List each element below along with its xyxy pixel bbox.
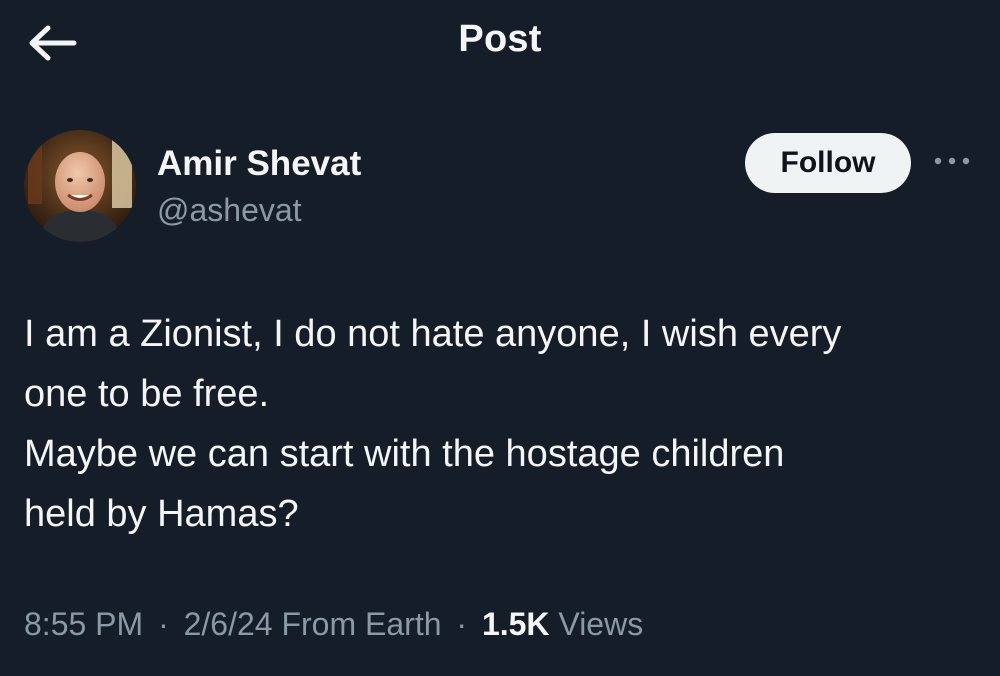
post-time[interactable]: 8:55 PM (24, 606, 143, 642)
top-bar: Post (0, 0, 1000, 90)
follow-button[interactable]: Follow (745, 133, 911, 193)
post-meta: 8:55 PM · 2/6/24 From Earth · 1.5K Views (24, 606, 643, 643)
post-location: From Earth (281, 606, 442, 642)
meta-separator: · (158, 606, 169, 642)
post-date[interactable]: 2/6/24 (184, 606, 273, 642)
meta-separator: · (456, 606, 468, 642)
avatar[interactable] (24, 130, 136, 242)
author-name[interactable]: Amir Shevat (157, 144, 361, 184)
post-text-line: I am a Zionist, I do not hate anyone, I … (24, 313, 842, 355)
profile-photo-icon (24, 130, 136, 242)
post-text-line: one to be free. (24, 373, 270, 415)
post-text-line: Maybe we can start with the hostage chil… (24, 433, 785, 475)
views-label: Views (558, 606, 644, 642)
views-count[interactable]: 1.5K (482, 606, 550, 642)
author-handle[interactable]: @ashevat (157, 192, 302, 229)
post-text-line: held by Hamas? (24, 493, 299, 535)
post-text: I am a Zionist, I do not hate anyone, I … (24, 304, 964, 544)
author-row: Amir Shevat @ashevat Follow (0, 120, 1000, 250)
page-title: Post (458, 18, 542, 60)
post-page: Post Amir Shevat @ashevat Follow I am a … (0, 0, 1000, 676)
more-horizontal-icon (934, 157, 970, 165)
more-options-button[interactable] (930, 146, 974, 176)
